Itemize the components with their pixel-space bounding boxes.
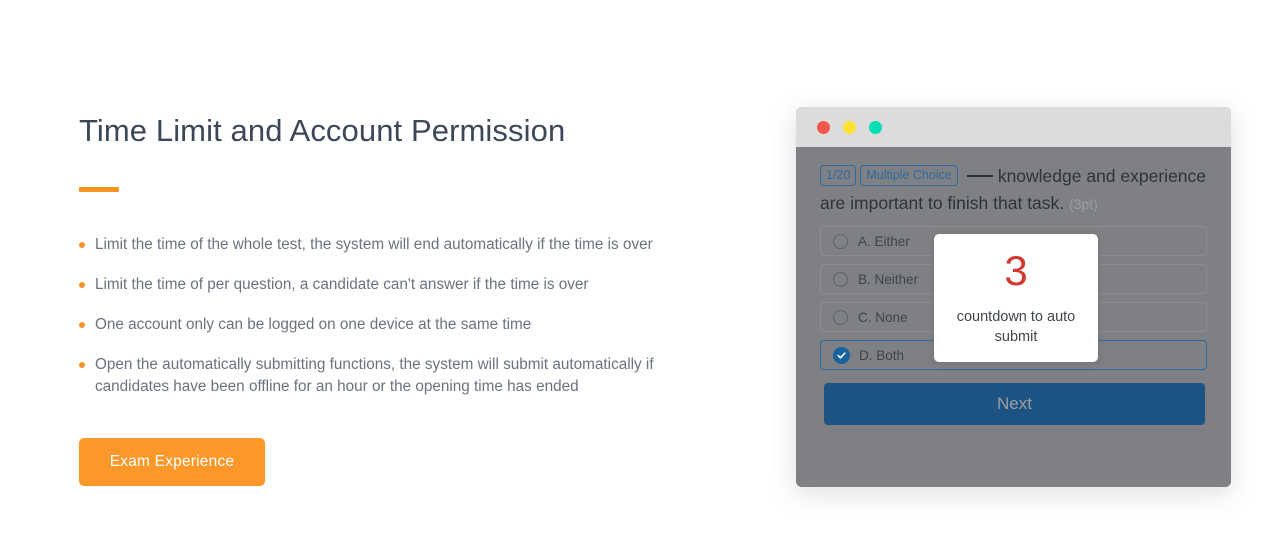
list-item-label: Limit the time of per question, a candid… [95,276,589,294]
list-item: Limit the time of per question, a candid… [79,274,719,296]
bullet-dot-icon [79,322,85,329]
countdown-label: countdown to auto submit [956,309,1076,345]
bullet-dot-icon [79,362,85,369]
close-icon[interactable] [817,120,830,134]
answer-option-label: C. None [858,309,908,325]
content-column: Time Limit and Account Permission Limit … [79,112,719,487]
radio-unchecked-icon[interactable] [833,233,848,249]
next-button[interactable]: Next [824,383,1205,425]
bullet-dot-icon [79,242,85,249]
list-item: Open the automatically submitting functi… [79,354,719,398]
feature-list: Limit the time of the whole test, the sy… [79,234,719,398]
answer-option-label: A. Either [858,233,910,249]
list-item-label: One account only can be logged on one de… [95,316,532,334]
countdown-auto-submit-card: 3 countdown to auto submit [934,234,1098,362]
answer-option-label: B. Neither [858,271,919,287]
question-type-badge: Multiple Choice [860,165,958,186]
page-title: Time Limit and Account Permission [79,113,566,148]
question-points: (3pt) [1069,196,1098,212]
radio-unchecked-icon[interactable] [833,271,848,287]
list-item: One account only can be logged on one de… [79,314,719,336]
blank-underline-icon [966,175,993,177]
exam-experience-button[interactable]: Exam Experience [79,438,265,487]
bullet-dot-icon [79,282,85,289]
list-item-label: Open the automatically submitting functi… [95,356,654,396]
minimize-icon[interactable] [843,120,856,134]
page-root: Time Limit and Account Permission Limit … [0,0,1277,552]
maximize-icon[interactable] [869,120,882,134]
accent-divider [79,187,119,193]
radio-checked-icon[interactable] [833,346,850,364]
radio-unchecked-icon[interactable] [833,309,848,325]
answer-option-label: D. Both [859,347,905,363]
countdown-number: 3 [1004,247,1028,294]
window-titlebar [796,107,1231,147]
list-item-label: Limit the time of the whole test, the sy… [95,236,653,254]
question-index-badge: 1/20 [820,165,857,186]
question-header: 1/20 Multiple Choice knowledge and experie… [820,163,1207,218]
list-item: Limit the time of the whole test, the sy… [79,234,719,256]
